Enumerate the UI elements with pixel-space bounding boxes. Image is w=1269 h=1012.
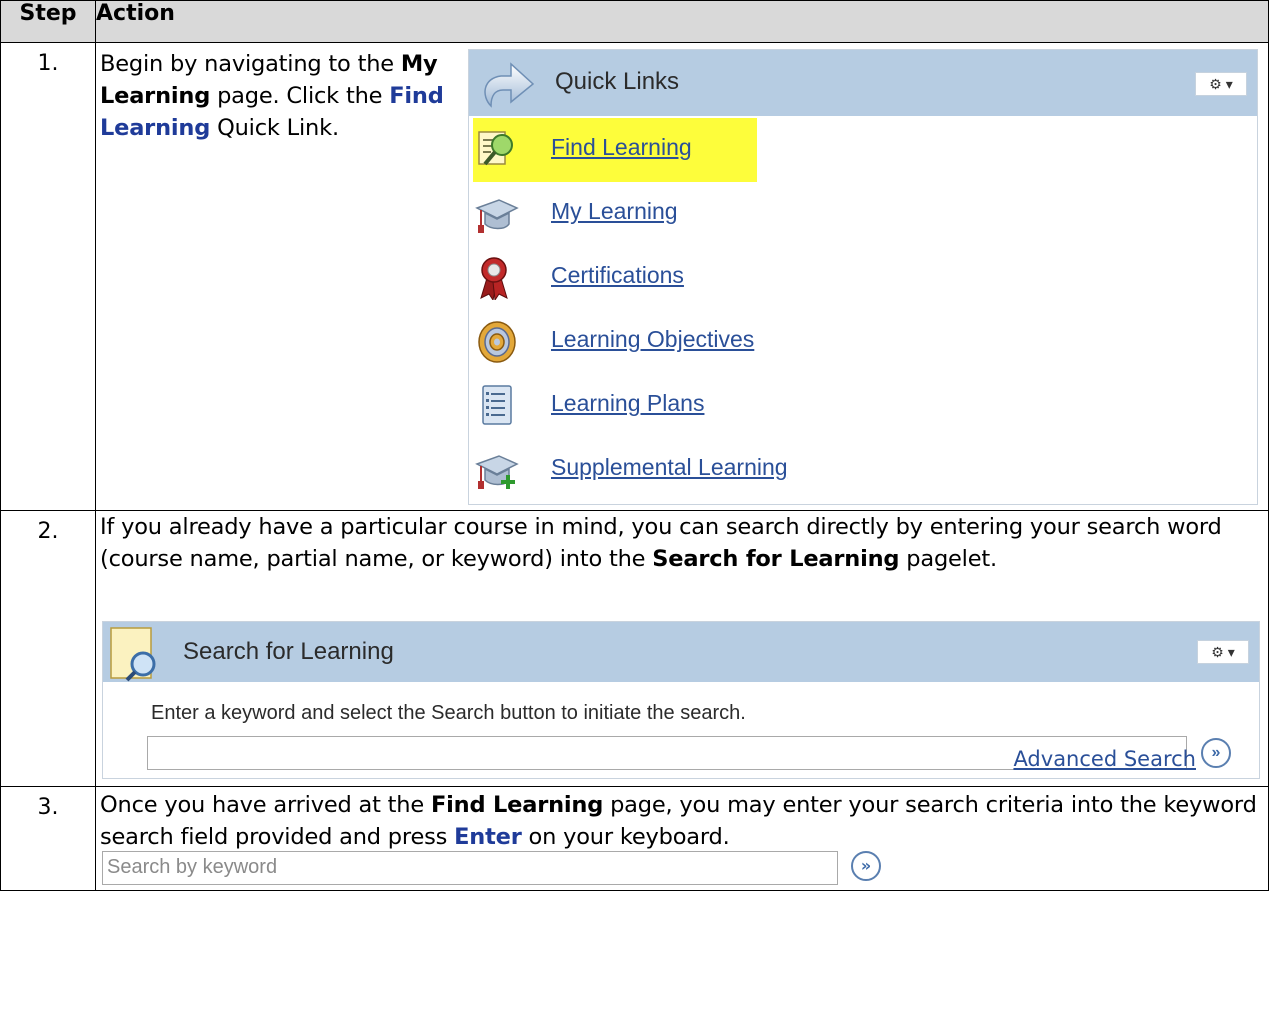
learning-plans-link[interactable]: Learning Plans [551,390,704,417]
table-header-row: Step Action [0,0,1269,43]
my-learning-link[interactable]: My Learning [551,198,678,225]
step-1-text: Begin by navigating to the My Learning p… [100,48,455,144]
supplemental-learning-link[interactable]: Supplemental Learning [551,454,788,481]
keyword-enter: Enter [454,824,522,850]
curved-arrow-icon [477,56,537,117]
table-row: 1. Begin by navigating to the My Learnin… [0,42,1269,511]
target-icon [475,320,519,364]
graduation-cap-plus-icon [475,448,519,492]
quick-links-pagelet: Quick Links ⚙ ▾ Find Learning My Learnin… [468,49,1258,505]
action-cell: Begin by navigating to the My Learning p… [95,42,1269,511]
action-column-header: Action [95,0,1269,43]
quick-link-find-learning[interactable]: Find Learning [469,118,1257,182]
pagelet-options-button[interactable]: ⚙ ▾ [1195,72,1247,96]
step-2-text: If you already have a particular course … [100,511,1260,575]
instruction-table: Step Action 1. Begin by navigating to th… [0,0,1269,891]
keyword-search-input[interactable]: Search by keyword [102,851,838,885]
text-segment: Quick Link. [210,115,339,141]
quick-links-title: Quick Links [555,68,680,95]
quick-links-header: Quick Links ⚙ ▾ [469,50,1257,116]
quick-link-learning-objectives[interactable]: Learning Objectives [469,310,1257,374]
search-instruction: Enter a keyword and select the Search bu… [151,702,746,724]
advanced-search-link[interactable]: Advanced Search [1013,747,1196,771]
ribbon-award-icon [475,256,519,302]
search-go-button[interactable]: » [1201,738,1231,768]
find-learning-link[interactable]: Find Learning [551,134,692,161]
table-row: 2. If you already have a particular cour… [0,510,1269,787]
text-segment: pagelet. [899,546,997,572]
text-segment: Once you have arrived at the [100,792,431,818]
keyword-search-for-learning: Search for Learning [652,546,900,572]
step-column-header: Step [0,0,96,43]
step-number: 3. [0,786,96,891]
quick-link-learning-plans[interactable]: Learning Plans [469,374,1257,438]
text-segment: page. Click the [210,83,390,109]
step-number: 1. [0,42,96,511]
quick-link-my-learning[interactable]: My Learning [469,182,1257,246]
text-segment: Begin by navigating to the [100,51,401,77]
step-3-text: Once you have arrived at the Find Learni… [100,789,1260,853]
keyword-search-go-button[interactable]: » [851,851,881,881]
graduation-cap-icon [475,192,519,236]
double-chevron-right-icon: » [1211,744,1221,761]
action-cell: Once you have arrived at the Find Learni… [95,786,1269,891]
step-number: 2. [0,510,96,787]
learning-objectives-link[interactable]: Learning Objectives [551,326,754,353]
search-pagelet-title: Search for Learning [183,638,394,665]
certifications-link[interactable]: Certifications [551,262,684,289]
search-pagelet-header: Search for Learning ⚙ ▾ [103,622,1259,682]
text-segment: on your keyboard. [521,824,730,850]
quick-link-supplemental-learning[interactable]: Supplemental Learning [469,438,1257,502]
quick-link-certifications[interactable]: Certifications [469,246,1257,310]
search-magnifier-icon [109,626,165,687]
keyword-find-learning: Find Learning [430,792,604,818]
table-row: 3. Once you have arrived at the Find Lea… [0,786,1269,891]
action-cell: If you already have a particular course … [95,510,1269,787]
checklist-icon [475,384,519,428]
double-chevron-right-icon: » [860,856,872,875]
find-learning-icon [475,128,519,172]
pagelet-options-button[interactable]: ⚙ ▾ [1197,640,1249,664]
